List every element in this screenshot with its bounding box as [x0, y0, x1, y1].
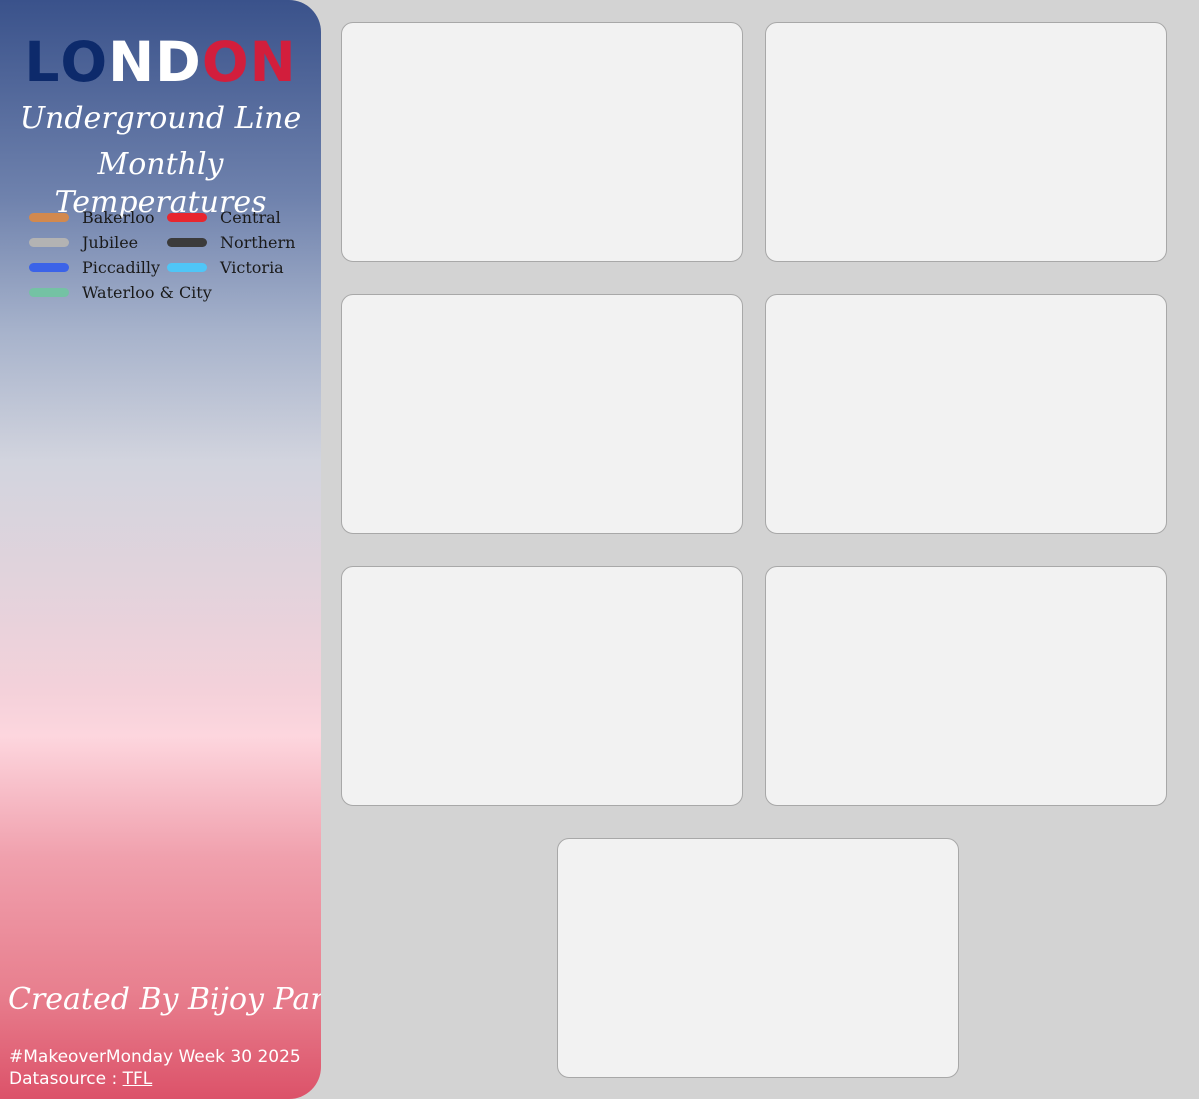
legend-swatch-jubilee: [29, 237, 69, 247]
legend-label-bakerloo: Bakerloo: [82, 207, 155, 227]
datasource-prefix: Datasource :: [9, 1069, 123, 1089]
subtitle-line-1: Underground Line: [19, 101, 302, 136]
chart-panel-1: [341, 22, 743, 262]
legend-item-jubilee: Jubilee: [29, 231, 138, 253]
legend-swatch-victoria: [167, 262, 207, 272]
legend-swatch-bakerloo: [29, 212, 69, 222]
logo-letter-l: L: [24, 30, 61, 94]
legend-swatch-piccadilly: [29, 262, 69, 272]
legend-item-victoria: Victoria: [167, 256, 284, 278]
legend-label-waterloo-city: Waterloo & City: [82, 282, 212, 302]
makeover-monday-label: #MakeoverMonday Week 30 2025: [9, 1047, 301, 1067]
legend-item-bakerloo: Bakerloo: [29, 206, 155, 228]
logo-letters-nd: ND: [108, 30, 202, 94]
logo-letters-on: ON: [201, 30, 297, 94]
legend-label-northern: Northern: [220, 232, 296, 252]
chart-panel-5: [341, 566, 743, 806]
chart-panel-7: [557, 838, 959, 1078]
legend-label-jubilee: Jubilee: [82, 232, 139, 252]
chart-panel-4: [765, 294, 1167, 534]
legend-item-central: Central: [167, 206, 281, 228]
legend-swatch-northern: [167, 237, 207, 247]
legend-label-central: Central: [220, 207, 281, 227]
logo-letter-o: O: [60, 30, 109, 94]
legend-item-piccadilly: Piccadilly: [29, 256, 160, 278]
legend-swatch-waterloo-city: [29, 287, 69, 297]
sidebar: LONDON Underground Line Monthly Temperat…: [0, 0, 321, 1099]
legend-label-piccadilly: Piccadilly: [82, 257, 160, 277]
legend-swatch-central: [167, 212, 207, 222]
chart-panel-3: [341, 294, 743, 534]
london-logo: LONDON: [0, 30, 321, 94]
datasource-link[interactable]: TFL: [123, 1069, 153, 1089]
author-credit: Created By Bijoy Pantu: [8, 982, 321, 1017]
legend-item-northern: Northern: [167, 231, 295, 253]
datasource-line: Datasource : TFL: [9, 1068, 152, 1090]
chart-panel-6: [765, 566, 1167, 806]
chart-panel-2: [765, 22, 1167, 262]
legend-item-waterloo-city: Waterloo & City: [29, 281, 212, 303]
legend-label-victoria: Victoria: [220, 257, 284, 277]
